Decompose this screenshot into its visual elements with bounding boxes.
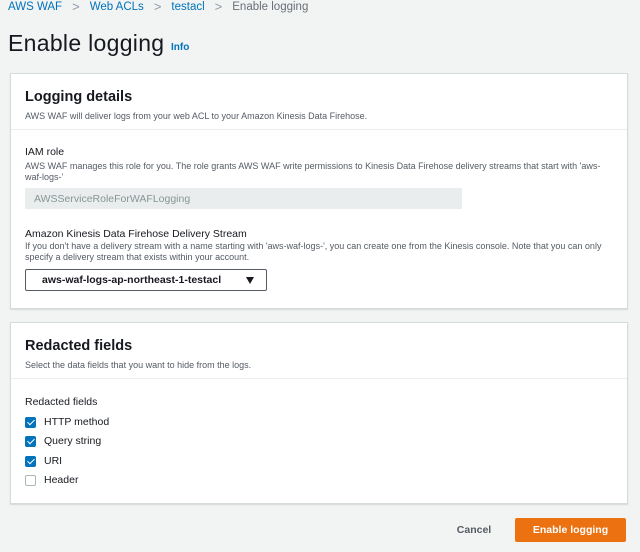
delivery-stream-description: If you don't have a delivery stream with… — [25, 241, 602, 262]
breadcrumb-testacl[interactable]: testacl — [171, 1, 204, 13]
enable-logging-button[interactable]: Enable logging — [515, 518, 626, 542]
checkbox-row-header[interactable]: Header — [25, 473, 78, 487]
logging-details-header: Logging details AWS WAF will deliver log… — [11, 74, 627, 130]
checkbox-row-uri[interactable]: URI — [25, 454, 62, 468]
breadcrumb: AWS WAF > Web ACLs > testacl > Enable lo… — [8, 0, 308, 14]
iam-role-description: AWS WAF manages this role for you. The r… — [25, 161, 601, 182]
query-string-checkbox[interactable] — [25, 435, 36, 447]
redacted-fields-description: Select the data fields that you want to … — [25, 360, 252, 370]
checkbox-row-http-method[interactable]: HTTP method — [25, 415, 109, 429]
redacted-fields-header: Redacted fields Select the data fields t… — [11, 323, 627, 379]
breadcrumb-separator-icon: > — [72, 0, 80, 14]
page-title: Enable logging — [8, 30, 165, 56]
logging-details-panel: Logging details AWS WAF will deliver log… — [10, 73, 628, 309]
breadcrumb-aws-waf[interactable]: AWS WAF — [8, 1, 62, 13]
header-label: Header — [44, 474, 79, 486]
header-checkbox[interactable] — [25, 474, 36, 486]
checkbox-row-query-string[interactable]: Query string — [25, 434, 101, 448]
delivery-stream-label: Amazon Kinesis Data Firehose Delivery St… — [25, 228, 247, 240]
breadcrumb-current: Enable logging — [232, 1, 309, 13]
uri-checkbox[interactable] — [25, 455, 36, 467]
breadcrumb-separator-icon: > — [214, 0, 223, 14]
delivery-stream-select[interactable]: aws-waf-logs-ap-northeast-1-testacl — [25, 269, 267, 291]
http-method-label: HTTP method — [44, 416, 110, 428]
redacted-fields-panel: Redacted fields Select the data fields t… — [10, 322, 628, 504]
caret-down-icon — [246, 277, 254, 284]
iam-role-label: IAM role — [25, 146, 65, 158]
redacted-fields-title: Redacted fields — [25, 338, 133, 354]
iam-role-field — [25, 188, 462, 209]
query-string-label: Query string — [44, 435, 102, 447]
cancel-button[interactable]: Cancel — [446, 518, 502, 542]
info-link[interactable]: Info — [171, 42, 189, 53]
http-method-checkbox[interactable] — [25, 416, 36, 428]
breadcrumb-web-acls[interactable]: Web ACLs — [90, 1, 144, 13]
delivery-stream-selected-value: aws-waf-logs-ap-northeast-1-testacl — [42, 274, 222, 286]
redacted-fields-group-label: Redacted fields — [25, 396, 98, 408]
logging-details-title: Logging details — [25, 89, 133, 105]
uri-label: URI — [44, 455, 63, 467]
logging-details-description: AWS WAF will deliver logs from your web … — [25, 111, 368, 121]
breadcrumb-separator-icon: > — [153, 0, 162, 14]
